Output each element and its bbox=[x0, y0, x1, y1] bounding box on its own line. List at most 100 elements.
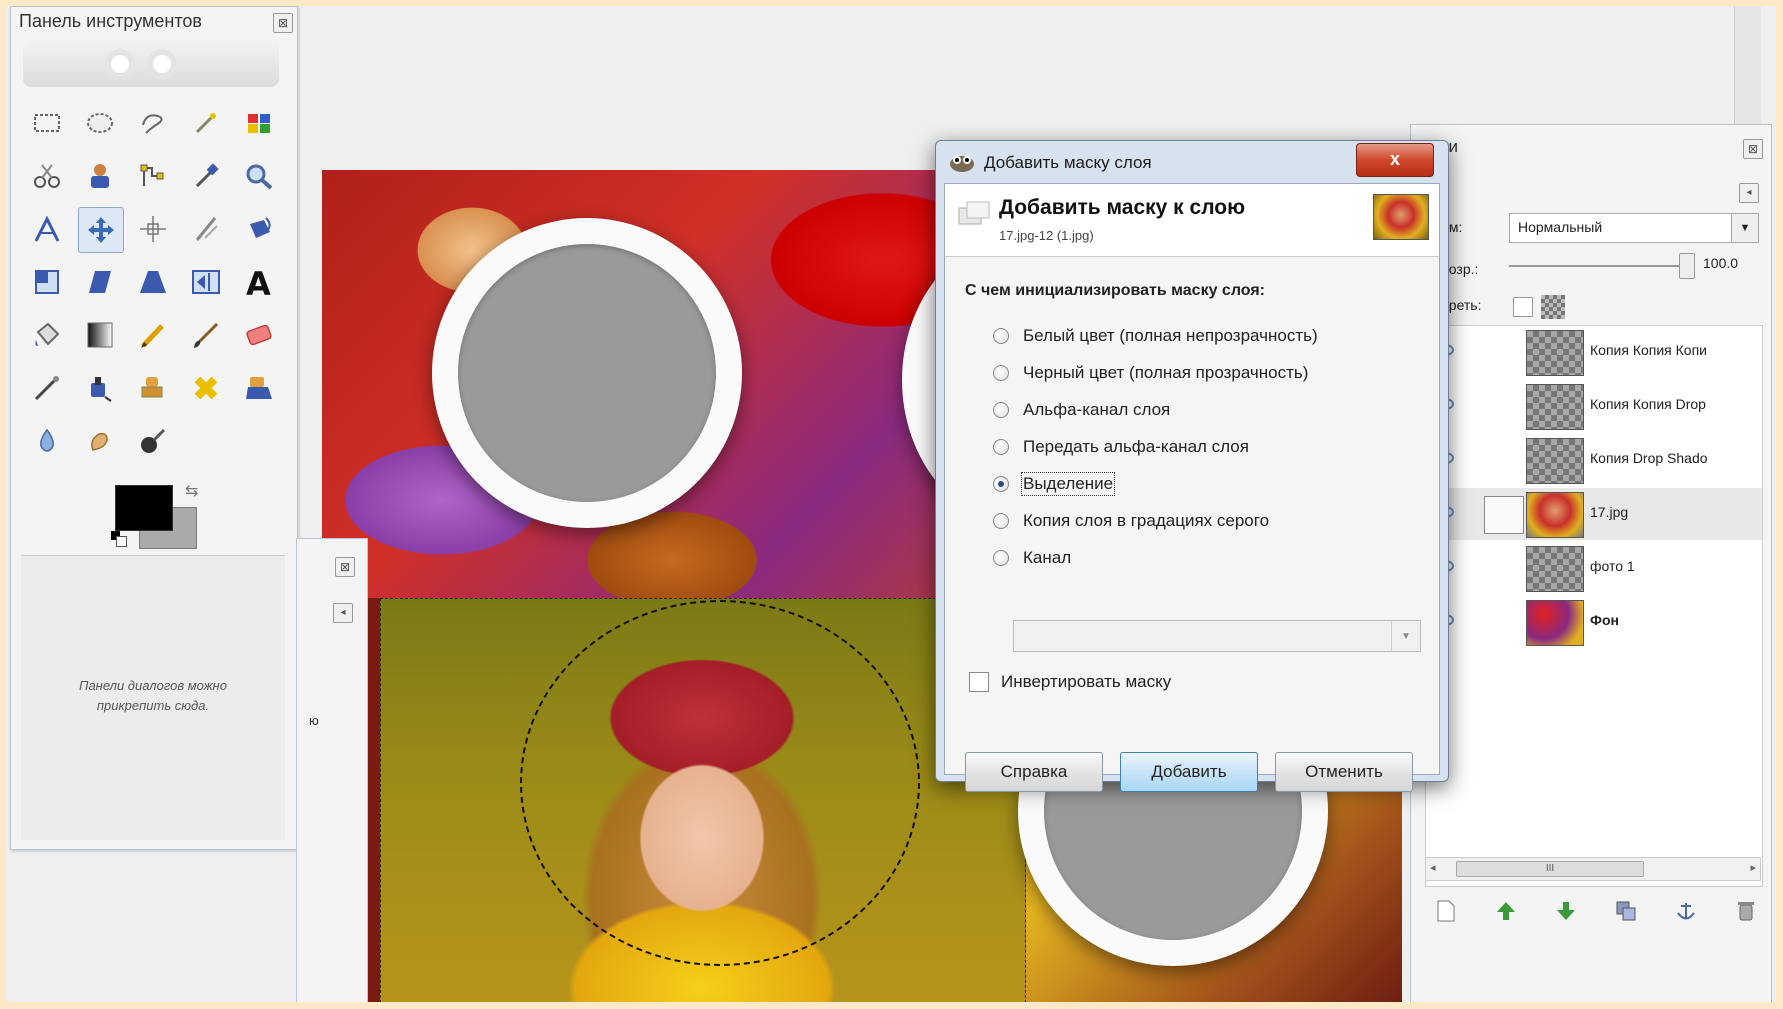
close-icon[interactable]: ⊠ bbox=[1743, 139, 1763, 159]
color-select-icon[interactable] bbox=[237, 101, 281, 145]
option-label: Копия слоя в градациях серого bbox=[1023, 511, 1270, 530]
scroll-right-icon[interactable]: ▸ bbox=[1750, 861, 1756, 874]
default-colors-icon[interactable] bbox=[111, 531, 127, 547]
dodge-burn-icon[interactable] bbox=[131, 419, 175, 463]
add-button[interactable]: Добавить bbox=[1120, 752, 1258, 792]
zoom-icon[interactable] bbox=[237, 154, 281, 198]
lower-layer-icon[interactable] bbox=[1551, 896, 1581, 926]
swap-colors-icon[interactable]: ⇆ bbox=[185, 481, 198, 501]
dialog-header-subtitle: 17.jpg-12 (1.jpg) bbox=[999, 228, 1094, 243]
delete-layer-icon[interactable] bbox=[1731, 896, 1761, 926]
layer-row[interactable]: Копия Копия Копи bbox=[1426, 326, 1762, 378]
option-transfer-alpha[interactable]: Передать альфа-канал слоя bbox=[993, 433, 1249, 461]
panel-menu-icon[interactable]: ◂ bbox=[333, 603, 353, 623]
opacity-slider-handle[interactable] bbox=[1679, 253, 1695, 279]
option-selection[interactable]: Выделение bbox=[993, 470, 1116, 498]
perspective-clone-icon[interactable] bbox=[237, 366, 281, 410]
ellipse-selection bbox=[520, 600, 920, 966]
option-alpha[interactable]: Альфа-канал слоя bbox=[993, 396, 1170, 424]
layer-name: Копия Drop Shado bbox=[1590, 450, 1708, 466]
rotate-icon[interactable] bbox=[237, 207, 281, 251]
text-icon[interactable]: A bbox=[237, 260, 281, 304]
lock-pixels-checkbox[interactable] bbox=[1513, 297, 1533, 317]
clone-icon[interactable] bbox=[131, 366, 175, 410]
panel-menu-icon[interactable]: ◂ bbox=[1739, 183, 1759, 203]
layer-mask-slot[interactable] bbox=[1484, 496, 1524, 534]
radio-button[interactable] bbox=[993, 550, 1009, 566]
foreground-select-icon[interactable] bbox=[78, 154, 122, 198]
close-icon[interactable]: ⊠ bbox=[335, 557, 355, 577]
channel-select[interactable]: ▼ bbox=[1013, 620, 1421, 652]
layer-row[interactable]: Копия Копия Drop bbox=[1426, 380, 1762, 432]
option-grayscale[interactable]: Копия слоя в градациях серого bbox=[993, 507, 1269, 535]
paths-icon[interactable] bbox=[131, 154, 175, 198]
dock-drop-area[interactable]: Панели диалогов можно прикрепить сюда. bbox=[21, 555, 285, 840]
option-label: Белый цвет (полная непрозрачность) bbox=[1023, 326, 1318, 345]
help-button[interactable]: Справка bbox=[965, 752, 1103, 792]
foreground-color-swatch[interactable] bbox=[115, 485, 173, 531]
layer-name: Копия Копия Drop bbox=[1590, 396, 1706, 412]
opacity-value[interactable]: 100.0 bbox=[1703, 255, 1747, 277]
rect-select-icon[interactable] bbox=[25, 101, 69, 145]
move-icon[interactable] bbox=[78, 207, 124, 253]
flip-icon[interactable] bbox=[184, 260, 228, 304]
option-black[interactable]: Черный цвет (полная прозрачность) bbox=[993, 359, 1308, 387]
radio-button[interactable] bbox=[993, 365, 1009, 381]
opacity-slider[interactable] bbox=[1509, 265, 1689, 267]
airbrush-icon[interactable] bbox=[25, 366, 69, 410]
scrollbar-thumb[interactable]: III bbox=[1456, 861, 1644, 877]
raise-layer-icon[interactable] bbox=[1491, 896, 1521, 926]
layer-row[interactable]: Фон bbox=[1426, 596, 1762, 648]
anchor-layer-icon[interactable] bbox=[1671, 896, 1701, 926]
scale-icon[interactable] bbox=[25, 260, 69, 304]
fuzzy-select-icon[interactable] bbox=[184, 101, 228, 145]
shear-icon[interactable] bbox=[78, 260, 122, 304]
radio-button[interactable] bbox=[993, 513, 1009, 529]
free-select-icon[interactable] bbox=[131, 101, 175, 145]
toolbox-title: Панель инструментов bbox=[19, 11, 202, 31]
cancel-button[interactable]: Отменить bbox=[1275, 752, 1413, 792]
radio-button[interactable] bbox=[993, 402, 1009, 418]
ink-icon[interactable] bbox=[78, 366, 122, 410]
radio-button[interactable] bbox=[993, 328, 1009, 344]
close-button[interactable]: x bbox=[1356, 143, 1434, 177]
wilber-drop-area[interactable] bbox=[23, 41, 279, 87]
scissors-select-icon[interactable] bbox=[25, 154, 69, 198]
dialog-titlebar[interactable]: Добавить маску слоя x bbox=[936, 141, 1448, 181]
layers-horizontal-scrollbar[interactable]: ◂ III ▸ bbox=[1425, 857, 1761, 881]
layer-row[interactable]: фото 1 bbox=[1426, 542, 1762, 594]
mode-select[interactable]: Нормальный ▼ bbox=[1509, 213, 1759, 243]
canvas-vertical-scrollbar[interactable] bbox=[1734, 6, 1761, 126]
measure-icon[interactable] bbox=[25, 207, 69, 251]
close-icon[interactable]: ⊠ bbox=[273, 13, 293, 33]
smudge-icon[interactable] bbox=[78, 419, 122, 463]
align-icon[interactable] bbox=[131, 207, 175, 251]
layer-row[interactable]: Копия Drop Shado bbox=[1426, 434, 1762, 486]
layer-preview-thumbnail bbox=[1373, 194, 1429, 240]
duplicate-layer-icon[interactable] bbox=[1611, 896, 1641, 926]
layer-row-selected[interactable]: 17.jpg bbox=[1426, 488, 1762, 540]
lock-alpha-icon[interactable] bbox=[1541, 295, 1565, 319]
invert-mask-checkbox[interactable] bbox=[969, 672, 989, 692]
blur-icon[interactable] bbox=[25, 419, 69, 463]
blend-icon[interactable] bbox=[78, 313, 122, 357]
ellipse-select-icon[interactable] bbox=[78, 101, 122, 145]
paintbrush-icon[interactable] bbox=[184, 313, 228, 357]
layers-actions-bar bbox=[1431, 893, 1761, 929]
option-white[interactable]: Белый цвет (полная непрозрачность) bbox=[993, 322, 1318, 350]
radio-button[interactable] bbox=[993, 439, 1009, 455]
eraser-icon[interactable] bbox=[237, 313, 281, 357]
heal-icon[interactable] bbox=[184, 366, 228, 410]
invert-mask-option[interactable]: Инвертировать маску bbox=[969, 672, 1171, 692]
color-picker-icon[interactable] bbox=[184, 154, 228, 198]
new-layer-icon[interactable] bbox=[1431, 896, 1461, 926]
color-selector[interactable]: ⇆ bbox=[111, 481, 211, 551]
crop-icon[interactable] bbox=[184, 207, 228, 251]
pencil-icon[interactable] bbox=[131, 313, 175, 357]
scroll-left-icon[interactable]: ◂ bbox=[1430, 861, 1436, 874]
bucket-fill-icon[interactable] bbox=[25, 313, 69, 357]
option-channel[interactable]: Канал bbox=[993, 544, 1071, 572]
perspective-icon[interactable] bbox=[131, 260, 175, 304]
option-label: Передать альфа-канал слоя bbox=[1023, 437, 1249, 456]
radio-button-checked[interactable] bbox=[993, 476, 1009, 492]
